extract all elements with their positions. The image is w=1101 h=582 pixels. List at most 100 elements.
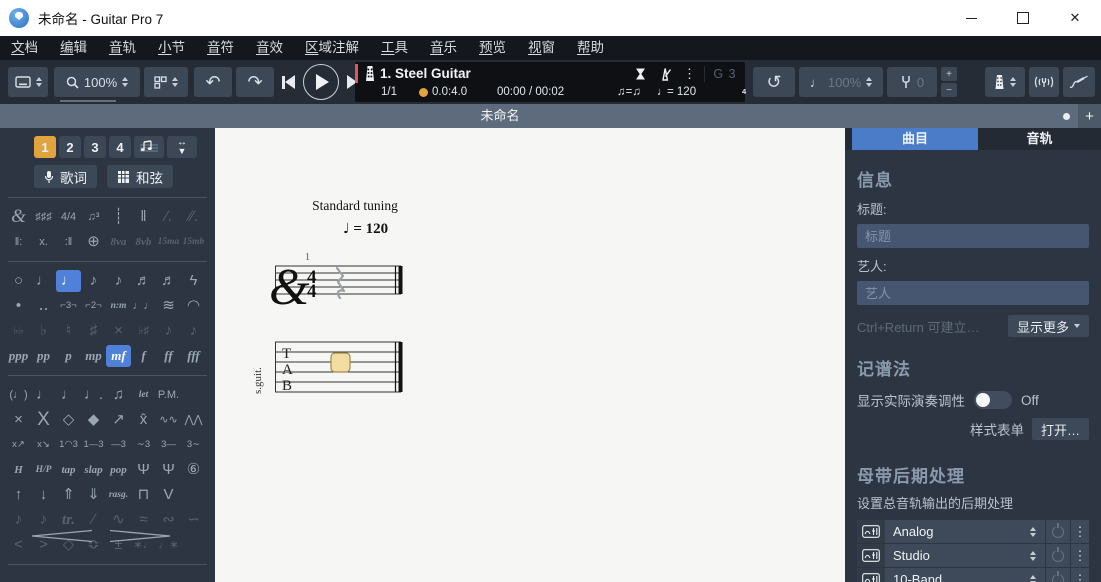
palette-symbol[interactable]: ∿∿ xyxy=(156,409,181,431)
options-button[interactable]: ⋮ xyxy=(1070,520,1089,543)
tab-song[interactable]: 曲目 xyxy=(852,128,978,150)
voice-button[interactable]: 2 xyxy=(59,136,81,158)
palette-symbol[interactable]: slap xyxy=(81,459,106,481)
palette-symbol[interactable]: ♭♭ xyxy=(6,320,31,342)
palette-symbol[interactable]: ◇ xyxy=(56,409,81,431)
palette-symbol[interactable]: × xyxy=(6,409,31,431)
options-button[interactable]: ⋮ xyxy=(1070,568,1089,582)
palette-symbol[interactable]: fff xyxy=(181,345,206,367)
track-info-panel[interactable]: 1. Steel Guitar ⋮ G 3 1/1 0.0:4.0 00:00 … xyxy=(355,62,745,102)
palette-symbol[interactable]: ♫ xyxy=(106,384,131,406)
palette-symbol[interactable]: × xyxy=(106,320,131,342)
palette-symbol[interactable]: ⇓ xyxy=(81,484,106,506)
palette-symbol[interactable]: f xyxy=(131,345,156,367)
palette-symbol[interactable]: ♮ xyxy=(56,320,81,342)
title-input[interactable] xyxy=(857,224,1089,248)
palette-symbol[interactable]: let ring xyxy=(131,384,156,406)
palette-symbol[interactable]: ∽ xyxy=(181,509,206,531)
palette-symbol[interactable]: ↑ xyxy=(6,484,31,506)
voice-button[interactable]: 3 xyxy=(84,136,106,158)
palette-symbol[interactable]: ∿ xyxy=(106,509,131,531)
open-stylesheet-button[interactable]: 打开… xyxy=(1032,418,1089,440)
palette-symbol[interactable]: tap xyxy=(56,459,81,481)
palette-symbol[interactable]: ♩♩ xyxy=(131,295,156,317)
tab-track[interactable]: 音轨 xyxy=(978,128,1101,150)
diminuendo-icon[interactable] xyxy=(108,529,172,543)
palette-symbol[interactable]: mp xyxy=(81,345,106,367)
preset-selector[interactable] xyxy=(1021,551,1045,561)
line-in-button[interactable] xyxy=(1063,67,1095,97)
palette-symbol[interactable]: pop xyxy=(106,459,131,481)
multivoice-button[interactable] xyxy=(134,136,164,158)
menu-item[interactable]: 工具 xyxy=(370,36,419,60)
tuner-button[interactable] xyxy=(1029,67,1059,97)
power-button[interactable] xyxy=(1045,568,1070,582)
document-tab[interactable]: 未命名 xyxy=(410,104,590,128)
palette-symbol[interactable]: 1—3 xyxy=(81,434,106,456)
menu-item[interactable]: 音乐 xyxy=(419,36,468,60)
palette-symbol[interactable]: ⊓ xyxy=(131,484,156,506)
power-button[interactable] xyxy=(1045,544,1070,567)
palette-symbol[interactable]: ϟ xyxy=(181,270,206,292)
new-tab-button[interactable]: + xyxy=(1078,104,1101,128)
palette-symbol[interactable]: p xyxy=(56,345,81,367)
menu-item[interactable]: 音效 xyxy=(245,36,294,60)
voice-button[interactable]: 1 xyxy=(34,136,56,158)
palette-symbol[interactable]: ◠ xyxy=(181,295,206,317)
page-view-button[interactable] xyxy=(8,67,48,97)
palette-symbol[interactable]: ○ xyxy=(6,270,31,292)
palette-symbol[interactable]: ∼3 xyxy=(131,434,156,456)
zoom-voice-filter-button[interactable]: ↔ ▼ xyxy=(167,136,197,158)
palette-symbol[interactable]: ⌐3¬ xyxy=(56,295,81,317)
palette-symbol[interactable]: ♭♯ xyxy=(131,320,156,342)
transpose-control[interactable]: 0 xyxy=(887,67,937,97)
palette-symbol[interactable]: mf xyxy=(106,345,131,367)
palette-symbol[interactable]: Ψ xyxy=(156,459,181,481)
transpose-up-button[interactable]: + xyxy=(941,67,957,81)
menu-item[interactable]: 编辑 xyxy=(49,36,98,60)
palette-symbol[interactable]: H xyxy=(6,459,31,481)
palette-symbol[interactable]: ∕ xyxy=(81,509,106,531)
palette-symbol[interactable]: ♬ xyxy=(156,270,181,292)
palette-symbol[interactable]: ⇑ xyxy=(56,484,81,506)
palette-symbol[interactable]: 4/4 xyxy=(56,206,81,228)
palette-symbol[interactable]: & xyxy=(6,206,31,228)
palette-symbol[interactable]: ‖: xyxy=(6,231,31,253)
palette-symbol[interactable]: ♩ xyxy=(31,270,56,292)
palette-symbol[interactable]: 8vb xyxy=(131,231,156,253)
palette-symbol[interactable]: ♭ xyxy=(31,320,56,342)
palette-symbol[interactable]: ♪ xyxy=(81,270,106,292)
palette-symbol[interactable]: ‖ xyxy=(131,206,156,228)
track-options-icon[interactable]: ⋮ xyxy=(683,66,696,82)
instrument-view-button[interactable] xyxy=(985,67,1025,97)
palette-symbol[interactable]: 15mb xyxy=(181,231,206,253)
palette-symbol[interactable]: P.M. xyxy=(156,384,181,406)
palette-symbol[interactable]: ⑥ xyxy=(181,459,206,481)
palette-symbol[interactable]: —3 xyxy=(106,434,131,456)
palette-symbol[interactable]: 15ma xyxy=(156,231,181,253)
menu-item[interactable]: 音轨 xyxy=(98,36,147,60)
palette-symbol[interactable]: ♩ xyxy=(31,384,56,406)
palette-symbol[interactable]: rasg. xyxy=(106,484,131,506)
concert-pitch-toggle[interactable] xyxy=(974,391,1012,409)
menu-item[interactable]: 视窗 xyxy=(517,36,566,60)
palette-symbol[interactable]: ♫³ xyxy=(81,206,106,228)
undo-button[interactable]: ↶ xyxy=(194,67,232,97)
options-button[interactable]: ⋮ xyxy=(1070,544,1089,567)
crescendo-icon[interactable] xyxy=(30,529,94,543)
palette-symbol[interactable]: ♪ xyxy=(106,270,131,292)
palette-symbol[interactable]: X xyxy=(31,409,56,431)
palette-symbol[interactable]: ⌐2¬ xyxy=(81,295,106,317)
palette-symbol[interactable]: x↘ xyxy=(31,434,56,456)
mastering-row[interactable]: 10-Band ⋮ xyxy=(857,568,1089,582)
palette-symbol[interactable]: ff xyxy=(156,345,181,367)
palette-symbol[interactable]: ∕. xyxy=(156,206,181,228)
palette-symbol[interactable]: :‖ xyxy=(56,231,81,253)
mastering-row[interactable]: Studio ⋮ xyxy=(857,544,1089,567)
palette-symbol[interactable]: ∾ xyxy=(156,509,181,531)
palette-symbol[interactable]: 1◠3 xyxy=(56,434,81,456)
palette-symbol[interactable]: n:m xyxy=(106,295,131,317)
palette-symbol[interactable]: H/P xyxy=(31,459,56,481)
menu-item[interactable]: 文档 xyxy=(0,36,49,60)
menu-item[interactable]: 音符 xyxy=(196,36,245,60)
